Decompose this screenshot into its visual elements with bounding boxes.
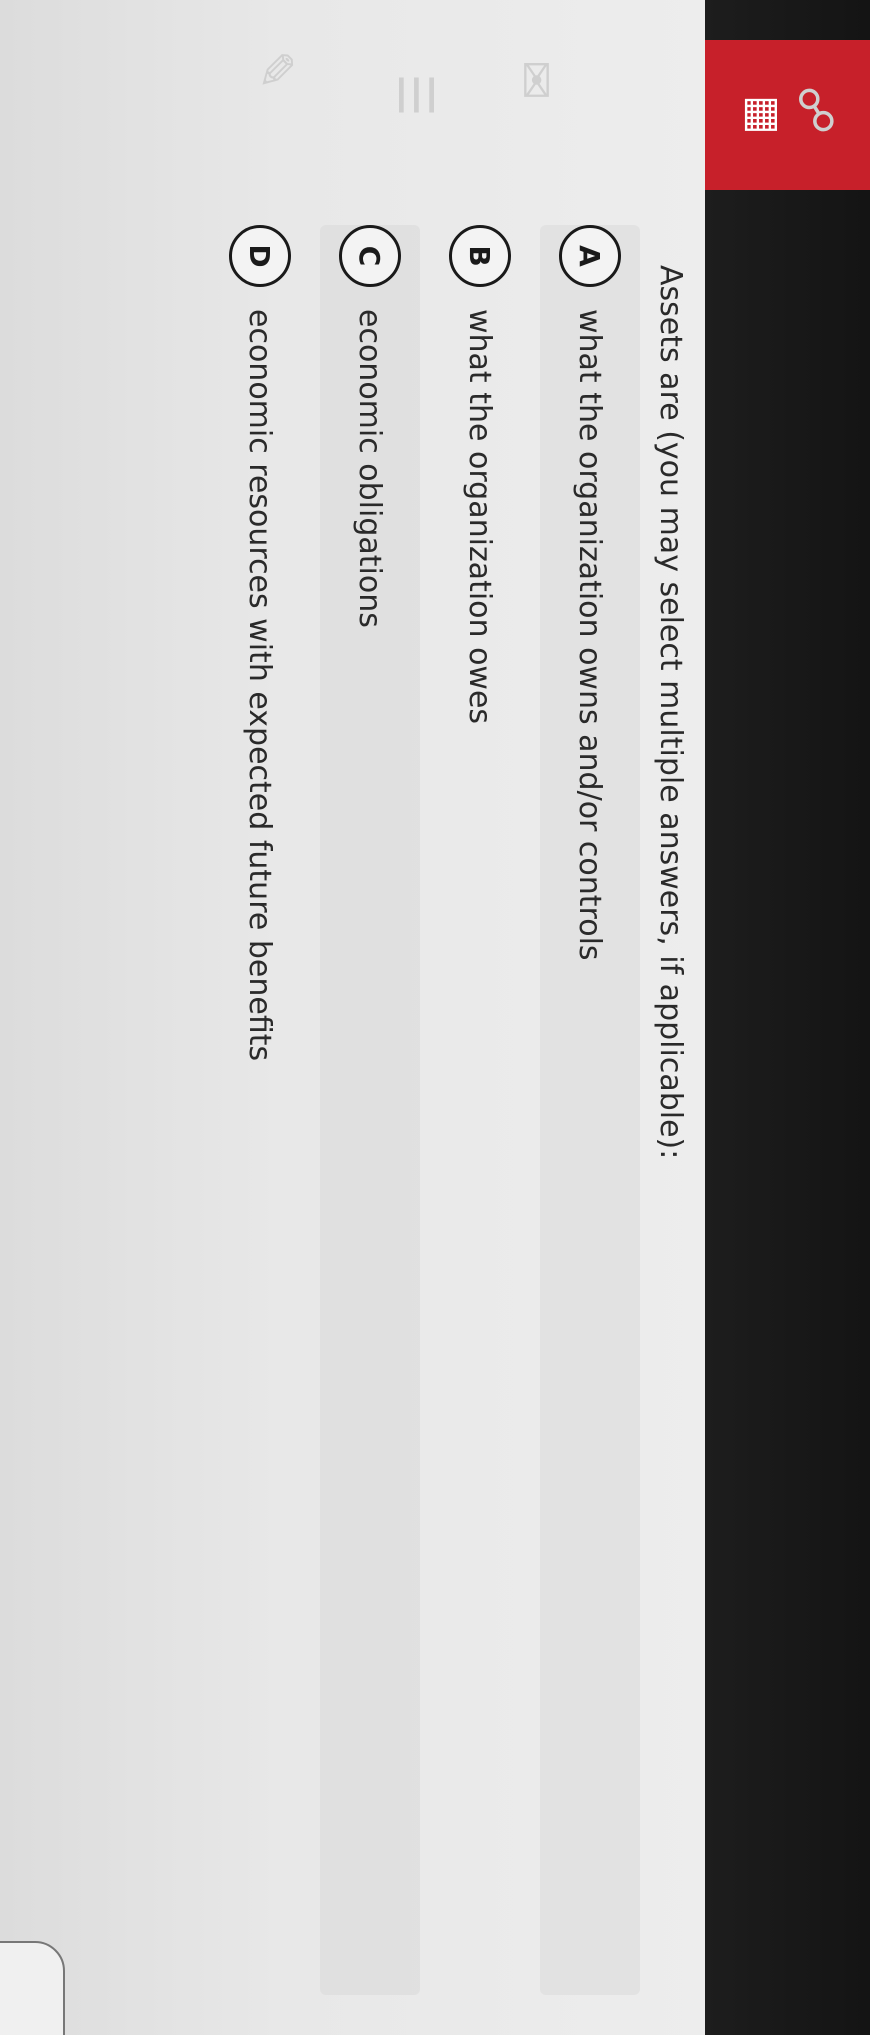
option-a-text: what the organization owns and/or contro… [572,309,608,961]
question-panel: Assets are (you may select multiple answ… [0,0,705,2035]
option-d-letter: D [229,225,291,287]
option-c-letter: C [339,225,401,287]
people-icon[interactable]: ☍ [780,75,850,145]
option-b[interactable]: B what the organization owes [430,225,530,1995]
option-a[interactable]: A what the organization owns and/or cont… [540,225,640,1995]
side-toolbar: ▦ ☍ ✉ ☰ ✎ [247,0,870,2035]
option-b-text: what the organization owes [462,309,498,725]
option-a-letter: A [559,225,621,287]
pencil-icon[interactable]: ✎ [240,35,310,105]
option-d-text: economic resources with expected future … [242,309,278,1062]
screen: Assets are (you may select multiple answ… [0,0,870,2035]
checklist-icon[interactable]: ☰ [380,60,450,130]
side-pill-button[interactable] [0,1941,65,2035]
option-d[interactable]: D economic resources with expected futur… [210,225,310,1995]
option-c[interactable]: C economic obligations [320,225,420,1995]
mail-icon[interactable]: ✉ [500,45,570,115]
option-b-letter: B [449,225,511,287]
question-prompt: Assets are (you may select multiple answ… [653,265,688,1160]
option-c-text: economic obligations [352,309,388,628]
